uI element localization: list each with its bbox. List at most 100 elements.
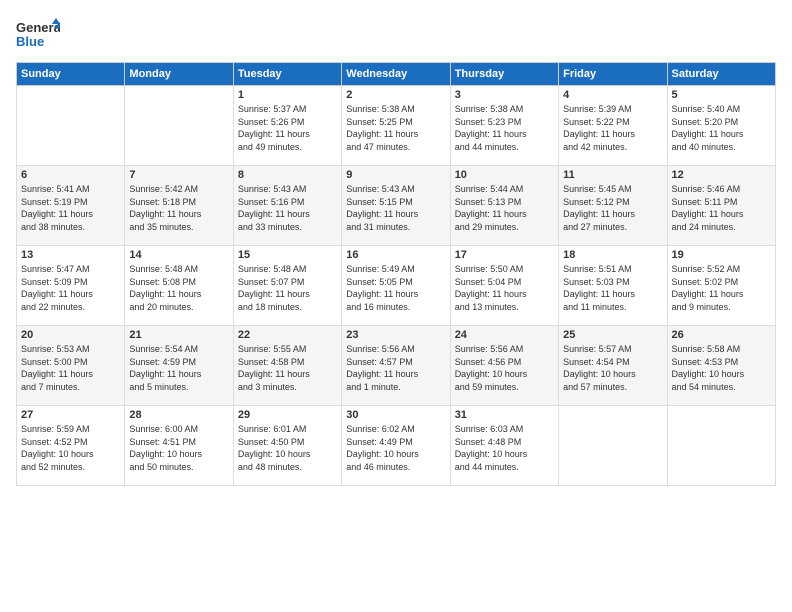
day-number: 17: [455, 249, 554, 261]
day-info: Sunrise: 5:48 AM Sunset: 5:08 PM Dayligh…: [129, 263, 228, 313]
day-info: Sunrise: 6:01 AM Sunset: 4:50 PM Dayligh…: [238, 423, 337, 473]
day-number: 22: [238, 329, 337, 341]
calendar-cell: 22 Sunrise: 5:55 AM Sunset: 4:58 PM Dayli…: [233, 326, 341, 406]
calendar-cell: 19 Sunrise: 5:52 AM Sunset: 5:02 PM Dayli…: [667, 246, 775, 326]
day-number: 8: [238, 169, 337, 181]
calendar-week-row: 27 Sunrise: 5:59 AM Sunset: 4:52 PM Dayli…: [17, 406, 776, 486]
weekday-header: Tuesday: [233, 63, 341, 86]
day-number: 7: [129, 169, 228, 181]
svg-text:Blue: Blue: [16, 34, 44, 49]
logo: General Blue: [16, 16, 60, 52]
day-number: 4: [563, 89, 662, 101]
day-number: 12: [672, 169, 771, 181]
weekday-header: Friday: [559, 63, 667, 86]
calendar-page: General Blue SundayMondayTuesdayWednesda…: [0, 0, 792, 612]
day-info: Sunrise: 5:50 AM Sunset: 5:04 PM Dayligh…: [455, 263, 554, 313]
day-info: Sunrise: 5:43 AM Sunset: 5:15 PM Dayligh…: [346, 183, 445, 233]
day-number: 31: [455, 409, 554, 421]
calendar-table: SundayMondayTuesdayWednesdayThursdayFrid…: [16, 62, 776, 486]
day-number: 14: [129, 249, 228, 261]
weekday-header: Monday: [125, 63, 233, 86]
day-info: Sunrise: 5:51 AM Sunset: 5:03 PM Dayligh…: [563, 263, 662, 313]
day-number: 15: [238, 249, 337, 261]
day-info: Sunrise: 5:46 AM Sunset: 5:11 PM Dayligh…: [672, 183, 771, 233]
weekday-header: Saturday: [667, 63, 775, 86]
day-info: Sunrise: 5:43 AM Sunset: 5:16 PM Dayligh…: [238, 183, 337, 233]
day-info: Sunrise: 5:38 AM Sunset: 5:25 PM Dayligh…: [346, 103, 445, 153]
calendar-cell: 3Sunrise: 5:38 AM Sunset: 5:23 PM Daylig…: [450, 86, 558, 166]
calendar-cell: 6Sunrise: 5:41 AM Sunset: 5:19 PM Daylig…: [17, 166, 125, 246]
day-number: 2: [346, 89, 445, 101]
calendar-cell: 7 Sunrise: 5:42 AM Sunset: 5:18 PM Daylig…: [125, 166, 233, 246]
day-info: Sunrise: 5:47 AM Sunset: 5:09 PM Dayligh…: [21, 263, 120, 313]
calendar-cell: 21 Sunrise: 5:54 AM Sunset: 4:59 PM Dayli…: [125, 326, 233, 406]
day-info: Sunrise: 5:39 AM Sunset: 5:22 PM Dayligh…: [563, 103, 662, 153]
calendar-week-row: 20 Sunrise: 5:53 AM Sunset: 5:00 PM Dayli…: [17, 326, 776, 406]
weekday-header: Wednesday: [342, 63, 450, 86]
calendar-cell: 14 Sunrise: 5:48 AM Sunset: 5:08 PM Dayli…: [125, 246, 233, 326]
calendar-cell: 29Sunrise: 6:01 AM Sunset: 4:50 PM Dayli…: [233, 406, 341, 486]
calendar-cell: 18 Sunrise: 5:51 AM Sunset: 5:03 PM Dayli…: [559, 246, 667, 326]
day-number: 19: [672, 249, 771, 261]
calendar-cell: 13 Sunrise: 5:47 AM Sunset: 5:09 PM Dayli…: [17, 246, 125, 326]
day-info: Sunrise: 5:54 AM Sunset: 4:59 PM Dayligh…: [129, 343, 228, 393]
day-info: Sunrise: 6:02 AM Sunset: 4:49 PM Dayligh…: [346, 423, 445, 473]
day-info: Sunrise: 5:48 AM Sunset: 5:07 PM Dayligh…: [238, 263, 337, 313]
calendar-cell: 4 Sunrise: 5:39 AM Sunset: 5:22 PM Daylig…: [559, 86, 667, 166]
day-number: 6: [21, 169, 120, 181]
calendar-cell: 10 Sunrise: 5:44 AM Sunset: 5:13 PM Dayli…: [450, 166, 558, 246]
calendar-cell: 17 Sunrise: 5:50 AM Sunset: 5:04 PM Dayli…: [450, 246, 558, 326]
day-number: 3: [455, 89, 554, 101]
day-info: Sunrise: 5:52 AM Sunset: 5:02 PM Dayligh…: [672, 263, 771, 313]
day-number: 1: [238, 89, 337, 101]
calendar-week-row: 13 Sunrise: 5:47 AM Sunset: 5:09 PM Dayli…: [17, 246, 776, 326]
day-number: 10: [455, 169, 554, 181]
day-info: Sunrise: 5:49 AM Sunset: 5:05 PM Dayligh…: [346, 263, 445, 313]
day-info: Sunrise: 5:56 AM Sunset: 4:57 PM Dayligh…: [346, 343, 445, 393]
calendar-cell: 23Sunrise: 5:56 AM Sunset: 4:57 PM Dayli…: [342, 326, 450, 406]
day-number: 9: [346, 169, 445, 181]
logo-icon: General Blue: [16, 16, 60, 52]
day-number: 24: [455, 329, 554, 341]
day-info: Sunrise: 5:59 AM Sunset: 4:52 PM Dayligh…: [21, 423, 120, 473]
day-number: 27: [21, 409, 120, 421]
calendar-cell: 25 Sunrise: 5:57 AM Sunset: 4:54 PM Dayli…: [559, 326, 667, 406]
day-info: Sunrise: 5:53 AM Sunset: 5:00 PM Dayligh…: [21, 343, 120, 393]
calendar-header-row: SundayMondayTuesdayWednesdayThursdayFrid…: [17, 63, 776, 86]
day-number: 18: [563, 249, 662, 261]
day-info: Sunrise: 5:40 AM Sunset: 5:20 PM Dayligh…: [672, 103, 771, 153]
day-info: Sunrise: 5:55 AM Sunset: 4:58 PM Dayligh…: [238, 343, 337, 393]
calendar-cell: 16 Sunrise: 5:49 AM Sunset: 5:05 PM Dayli…: [342, 246, 450, 326]
day-info: Sunrise: 5:58 AM Sunset: 4:53 PM Dayligh…: [672, 343, 771, 393]
day-number: 11: [563, 169, 662, 181]
day-number: 21: [129, 329, 228, 341]
calendar-cell: 5 Sunrise: 5:40 AM Sunset: 5:20 PM Daylig…: [667, 86, 775, 166]
calendar-cell: 9 Sunrise: 5:43 AM Sunset: 5:15 PM Daylig…: [342, 166, 450, 246]
calendar-cell: [17, 86, 125, 166]
weekday-header: Thursday: [450, 63, 558, 86]
calendar-cell: [559, 406, 667, 486]
day-info: Sunrise: 6:03 AM Sunset: 4:48 PM Dayligh…: [455, 423, 554, 473]
day-number: 30: [346, 409, 445, 421]
day-number: 5: [672, 89, 771, 101]
calendar-cell: 15 Sunrise: 5:48 AM Sunset: 5:07 PM Dayli…: [233, 246, 341, 326]
calendar-cell: 11 Sunrise: 5:45 AM Sunset: 5:12 PM Dayli…: [559, 166, 667, 246]
calendar-cell: [667, 406, 775, 486]
header: General Blue: [16, 16, 776, 52]
day-info: Sunrise: 5:42 AM Sunset: 5:18 PM Dayligh…: [129, 183, 228, 233]
day-number: 13: [21, 249, 120, 261]
day-info: Sunrise: 5:56 AM Sunset: 4:56 PM Dayligh…: [455, 343, 554, 393]
day-info: Sunrise: 5:44 AM Sunset: 5:13 PM Dayligh…: [455, 183, 554, 233]
calendar-cell: 28Sunrise: 6:00 AM Sunset: 4:51 PM Dayli…: [125, 406, 233, 486]
calendar-cell: 20 Sunrise: 5:53 AM Sunset: 5:00 PM Dayli…: [17, 326, 125, 406]
day-number: 16: [346, 249, 445, 261]
calendar-cell: [125, 86, 233, 166]
calendar-cell: 24 Sunrise: 5:56 AM Sunset: 4:56 PM Dayli…: [450, 326, 558, 406]
day-info: Sunrise: 5:45 AM Sunset: 5:12 PM Dayligh…: [563, 183, 662, 233]
calendar-cell: 12 Sunrise: 5:46 AM Sunset: 5:11 PM Dayli…: [667, 166, 775, 246]
day-number: 20: [21, 329, 120, 341]
day-info: Sunrise: 5:57 AM Sunset: 4:54 PM Dayligh…: [563, 343, 662, 393]
day-number: 28: [129, 409, 228, 421]
day-number: 25: [563, 329, 662, 341]
calendar-cell: 1Sunrise: 5:37 AM Sunset: 5:26 PM Daylig…: [233, 86, 341, 166]
